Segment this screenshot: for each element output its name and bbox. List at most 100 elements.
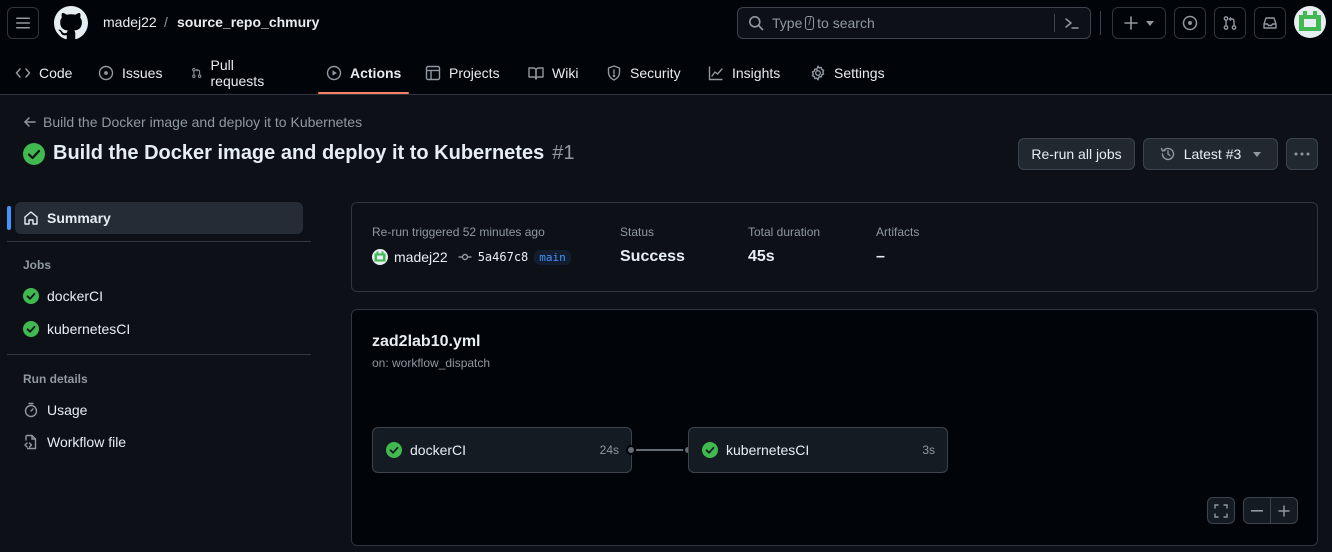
job-connector-line <box>636 449 688 451</box>
search-input[interactable]: Type / to search <box>737 7 1091 39</box>
sidebar-item-summary[interactable]: Summary <box>15 202 303 234</box>
job-duration: 24s <box>599 443 619 457</box>
issue-icon <box>98 65 114 80</box>
job-duration: 3s <box>922 443 935 457</box>
shield-icon <box>607 64 621 81</box>
kebab-horizontal-icon <box>1294 152 1310 156</box>
status-label: Status <box>620 225 655 239</box>
pull-requests-button[interactable] <box>1214 7 1246 39</box>
sidebar-item-workflow-file[interactable]: Workflow file <box>23 434 126 450</box>
sidebar-divider <box>7 241 311 242</box>
run-summary-card: Re-run triggered 52 minutes ago madej22 … <box>351 202 1318 292</box>
pull-request-icon <box>192 67 202 78</box>
duration-label: Total duration <box>748 225 821 239</box>
run-title: Build the Docker image and deploy it to … <box>53 142 545 164</box>
plus-icon <box>1278 505 1290 516</box>
screen-full-icon <box>1214 503 1228 518</box>
tab-projects-label: Projects <box>449 64 500 81</box>
sidebar-job-label: dockerCI <box>47 288 104 304</box>
git-commit-icon <box>458 253 472 261</box>
search-placeholder-suffix: to search <box>817 15 875 31</box>
job-name: kubernetesCI <box>726 442 810 458</box>
repo-link[interactable]: source_repo_chmury <box>177 14 319 30</box>
issues-button[interactable] <box>1174 7 1206 39</box>
sidebar-divider <box>7 354 311 355</box>
actor-link[interactable]: madej22 <box>394 249 448 265</box>
tab-settings[interactable]: Settings <box>810 50 885 95</box>
trigger-label: Re-run triggered 52 minutes ago <box>372 225 545 239</box>
more-options-button[interactable] <box>1286 138 1318 170</box>
identicon-icon <box>374 251 386 262</box>
check-circle-fill-icon <box>23 288 39 304</box>
issue-opened-icon <box>1182 15 1198 31</box>
tab-insights[interactable]: Insights <box>708 50 780 95</box>
code-icon <box>15 67 31 78</box>
commit-sha-link[interactable]: 5a467c8 <box>478 250 529 264</box>
sidebar-summary-label: Summary <box>47 210 111 226</box>
sidebar-item-usage[interactable]: Usage <box>23 402 87 418</box>
table-icon <box>425 65 441 80</box>
tab-wiki-label: Wiki <box>552 64 579 81</box>
sidebar-jobs-heading: Jobs <box>23 258 52 272</box>
file-code-icon <box>24 434 37 450</box>
branch-label[interactable]: main <box>534 249 571 265</box>
tab-actions-label: Actions <box>350 64 402 81</box>
job-node-dockerci[interactable]: dockerCI 24s <box>372 427 632 473</box>
owner-link[interactable]: madej22 <box>103 14 157 30</box>
graph-icon <box>708 66 723 80</box>
tab-projects[interactable]: Projects <box>425 50 500 95</box>
tab-code[interactable]: Code <box>15 50 72 95</box>
plus-icon <box>1124 16 1138 30</box>
search-placeholder: Type / to search <box>772 15 875 31</box>
check-circle-fill-icon <box>23 321 39 337</box>
tab-settings-label: Settings <box>834 64 885 81</box>
run-number: #1 <box>552 142 575 164</box>
identicon-icon <box>1299 11 1321 31</box>
menu-icon <box>16 17 30 29</box>
book-icon <box>528 66 544 80</box>
zoom-in-button[interactable] <box>1271 498 1297 523</box>
job-output-port <box>626 445 636 455</box>
user-avatar[interactable] <box>1294 6 1326 38</box>
tab-issues[interactable]: Issues <box>98 50 162 95</box>
inbox-button[interactable] <box>1254 7 1286 39</box>
search-divider <box>1054 14 1055 32</box>
command-palette-icon[interactable] <box>1063 15 1081 31</box>
actor-avatar <box>372 249 388 265</box>
trigger-details: madej22 5a467c8 main <box>372 249 571 265</box>
job-node-kubernetesci[interactable]: kubernetesCI 3s <box>688 427 948 473</box>
path-separator: / <box>164 14 168 30</box>
tab-code-label: Code <box>39 64 73 81</box>
tab-pull-requests[interactable]: Pull requests <box>191 50 269 95</box>
tab-security-label: Security <box>630 64 681 81</box>
status-value: Success <box>620 248 685 265</box>
hamburger-menu-button[interactable] <box>7 7 39 39</box>
tab-pull-requests-label: Pull requests <box>210 56 265 89</box>
zoom-controls <box>1243 497 1298 524</box>
zoom-out-button[interactable] <box>1244 498 1271 523</box>
sidebar-workflow-file-label: Workflow file <box>47 434 127 450</box>
github-logo-icon[interactable] <box>54 6 88 40</box>
tab-wiki[interactable]: Wiki <box>528 50 578 95</box>
tab-actions[interactable]: Actions <box>326 50 401 95</box>
active-tab-indicator <box>318 92 409 94</box>
workflow-file-name[interactable]: zad2lab10.yml <box>372 333 481 351</box>
attempt-selector-label: Latest #3 <box>1183 146 1242 162</box>
minus-icon <box>1250 509 1263 512</box>
attempt-selector-button[interactable]: Latest #3 <box>1143 138 1278 170</box>
rerun-button-label: Re-run all jobs <box>1031 146 1122 162</box>
duration-value: 45s <box>748 248 775 265</box>
caret-down-icon <box>1146 20 1154 26</box>
check-circle-fill-icon <box>23 142 45 165</box>
sidebar-run-details-heading: Run details <box>23 372 88 386</box>
create-new-button[interactable] <box>1112 7 1166 39</box>
sidebar-item-job-dockerci[interactable]: dockerCI <box>23 288 103 304</box>
fullscreen-button[interactable] <box>1207 497 1235 524</box>
sidebar-item-job-kubernetesci[interactable]: kubernetesCI <box>23 321 130 337</box>
workflow-trigger: on: workflow_dispatch <box>372 356 491 370</box>
rerun-all-jobs-button[interactable]: Re-run all jobs <box>1018 138 1135 170</box>
page-title: Build the Docker image and deploy it to … <box>23 142 574 165</box>
check-circle-fill-icon <box>702 442 718 458</box>
back-to-workflow-link[interactable]: Build the Docker image and deploy it to … <box>23 114 362 130</box>
tab-security[interactable]: Security <box>606 50 681 95</box>
